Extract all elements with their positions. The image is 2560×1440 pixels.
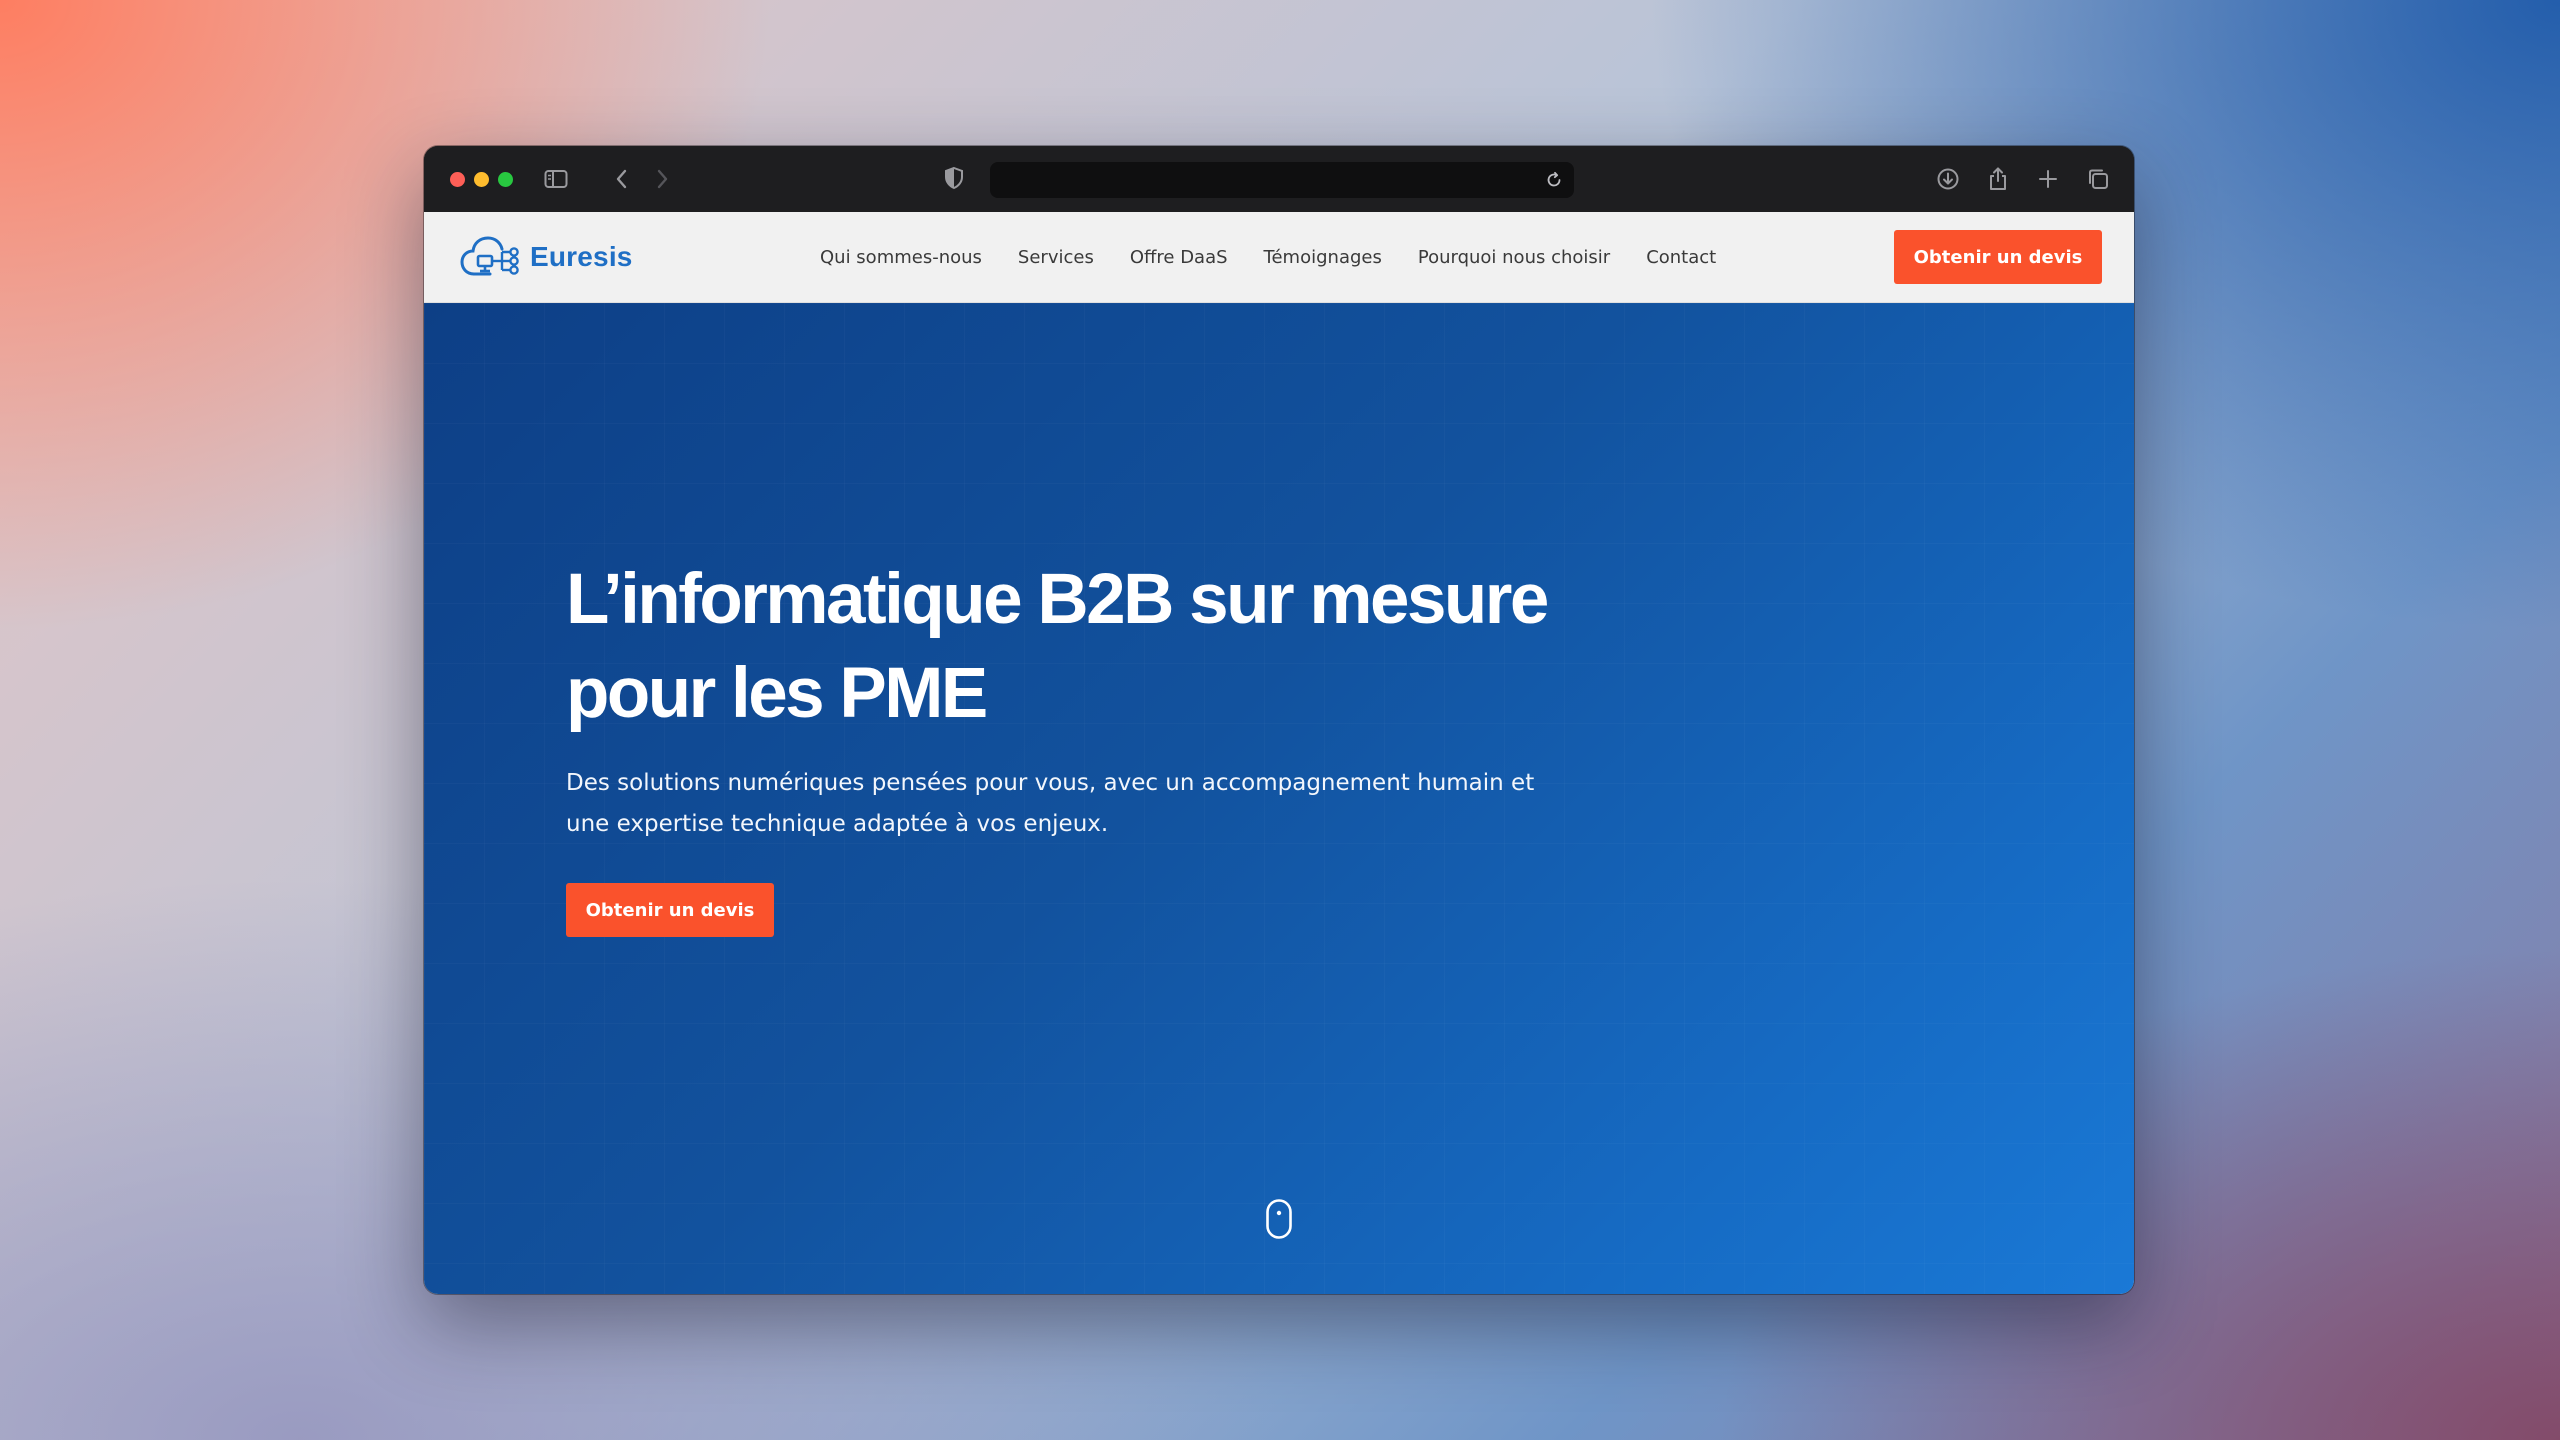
nav-link-temoignages[interactable]: Témoignages [1264,247,1382,268]
download-icon[interactable] [1934,165,1962,193]
hero-title-line-1: L’informatique B2B sur mesure [566,560,1549,639]
scroll-down-mouse-icon[interactable] [1266,1199,1292,1239]
nav-link-qui-sommes-nous[interactable]: Qui sommes-nous [820,247,982,268]
nav-link-contact[interactable]: Contact [1646,247,1716,268]
nav-link-offre-daas[interactable]: Offre DaaS [1130,247,1228,268]
hero-section: L’informatique B2B sur mesure pour les P… [424,303,2134,1294]
hero-subtitle-line-2: une expertise technique adaptée à vos en… [566,811,1109,837]
address-bar[interactable] [990,162,1574,198]
web-page: Euresis Qui sommes-nous Services Offre D… [424,212,2134,1294]
hero-subtitle-line-1: Des solutions numériques pensées pour vo… [566,770,1535,796]
cloud-network-logo-icon [460,236,519,276]
minimize-window-button[interactable] [474,172,489,187]
share-icon[interactable] [1984,165,2012,193]
nav-link-pourquoi-nous-choisir[interactable]: Pourquoi nous choisir [1418,247,1610,268]
hero-title-line-2: pour les PME [566,654,988,733]
browser-toolbar [424,146,2134,213]
back-arrow-icon[interactable] [608,165,636,193]
sidebar-toggle-icon[interactable] [542,165,570,193]
main-nav: Qui sommes-nous Services Offre DaaS Témo… [820,212,1752,302]
tabs-overview-icon[interactable] [2084,165,2112,193]
reload-icon[interactable] [1544,170,1564,190]
privacy-shield-icon[interactable] [944,166,964,195]
hero-title: L’informatique B2B sur mesure pour les P… [566,553,1566,741]
nav-link-services[interactable]: Services [1018,247,1094,268]
forward-arrow-icon[interactable] [648,165,676,193]
browser-window: Euresis Qui sommes-nous Services Offre D… [424,146,2134,1294]
new-tab-plus-icon[interactable] [2034,165,2062,193]
hero-subtitle: Des solutions numériques pensées pour vo… [566,763,1586,845]
get-quote-hero-button[interactable]: Obtenir un devis [566,883,774,937]
site-logo[interactable]: Euresis [460,234,633,280]
maximize-window-button[interactable] [498,172,513,187]
brand-name: Euresis [530,241,633,272]
get-quote-nav-button[interactable]: Obtenir un devis [1894,230,2102,284]
close-window-button[interactable] [450,172,465,187]
site-header: Euresis Qui sommes-nous Services Offre D… [424,212,2134,303]
